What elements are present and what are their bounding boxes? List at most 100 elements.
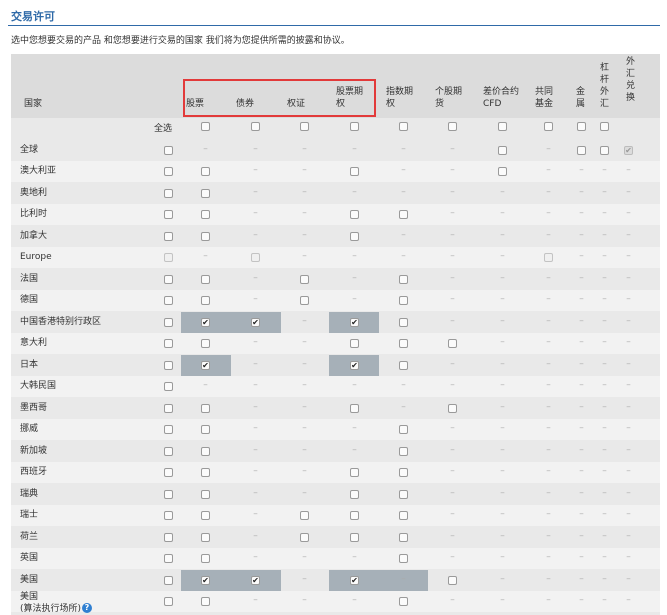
permission-checkbox[interactable] (201, 468, 210, 477)
permission-checkbox[interactable] (164, 145, 173, 155)
select-all-checkbox[interactable] (201, 122, 210, 131)
empty-cell: – (253, 530, 258, 541)
permission-checkbox[interactable] (201, 296, 210, 305)
select-all-checkbox[interactable] (300, 122, 309, 131)
permission-checkbox[interactable] (164, 597, 173, 606)
permission-checkbox[interactable] (350, 339, 359, 348)
permission-checkbox[interactable] (164, 360, 173, 370)
permission-checkbox[interactable] (164, 468, 173, 477)
permission-checkbox[interactable] (164, 167, 173, 176)
permission-checkbox[interactable] (399, 532, 408, 542)
permission-checkbox[interactable] (399, 446, 408, 456)
permission-checkbox[interactable] (164, 425, 173, 434)
permission-checkbox[interactable]: ✔ (350, 317, 359, 327)
permission-checkbox[interactable] (201, 554, 210, 563)
permission-checkbox[interactable] (300, 274, 309, 284)
permission-checkbox[interactable] (164, 210, 173, 219)
permission-checkbox[interactable] (577, 145, 586, 155)
permission-checkbox[interactable] (399, 339, 408, 348)
permission-checkbox[interactable]: ✔ (350, 360, 359, 370)
permission-checkbox[interactable] (201, 339, 210, 348)
permission-checkbox[interactable] (201, 489, 210, 499)
permission-checkbox[interactable] (164, 446, 173, 456)
permission-checkbox[interactable] (399, 296, 408, 305)
permission-checkbox[interactable] (164, 403, 173, 413)
permission-checkbox[interactable] (448, 575, 457, 585)
permission-checkbox[interactable] (201, 231, 210, 241)
select-all-checkbox[interactable] (399, 122, 408, 131)
permission-checkbox[interactable] (201, 403, 210, 413)
permission-checkbox[interactable] (448, 403, 457, 413)
permission-checkbox[interactable] (164, 382, 173, 391)
permission-checkbox[interactable] (498, 145, 507, 155)
permission-checkbox[interactable] (350, 403, 359, 413)
select-all-checkbox[interactable] (600, 122, 609, 131)
permission-checkbox[interactable] (350, 489, 359, 499)
permission-checkbox[interactable] (399, 274, 408, 284)
permission-checkbox[interactable] (399, 425, 408, 434)
permission-checkbox[interactable] (399, 360, 408, 370)
permission-checkbox[interactable] (201, 188, 210, 198)
permission-checkbox[interactable] (399, 210, 408, 219)
permission-checkbox[interactable] (201, 425, 210, 434)
permission-checkbox[interactable] (399, 554, 408, 563)
permission-checkbox[interactable] (201, 274, 210, 284)
empty-cell: – (500, 401, 505, 412)
select-all-checkbox[interactable] (577, 122, 586, 131)
permission-checkbox[interactable] (164, 532, 173, 542)
permission-checkbox[interactable] (350, 468, 359, 477)
permission-checkbox[interactable] (350, 167, 359, 176)
permission-checkbox[interactable] (164, 296, 173, 305)
permission-checkbox[interactable] (201, 511, 210, 520)
empty-cell: – (602, 165, 607, 175)
permission-checkbox[interactable] (201, 167, 210, 176)
permission-checkbox[interactable] (498, 167, 507, 176)
permission-checkbox[interactable] (201, 597, 210, 606)
permission-checkbox[interactable] (201, 532, 210, 542)
select-all-checkbox[interactable] (350, 122, 359, 131)
empty-cell: – (500, 530, 505, 541)
permission-checkbox[interactable] (201, 446, 210, 456)
permission-checkbox[interactable] (399, 489, 408, 499)
permission-checkbox[interactable] (164, 231, 173, 241)
permission-checkbox[interactable] (399, 597, 408, 606)
permission-checkbox[interactable] (164, 339, 173, 348)
permission-checkbox[interactable] (300, 532, 309, 542)
permission-checkbox[interactable] (164, 188, 173, 198)
permission-checkbox[interactable] (164, 317, 173, 327)
permission-checkbox[interactable] (350, 210, 359, 219)
permission-checkbox[interactable] (350, 532, 359, 542)
select-all-checkbox[interactable] (251, 122, 260, 131)
select-all-checkbox[interactable] (544, 122, 553, 131)
permission-checkbox[interactable] (350, 511, 359, 520)
permission-checkbox[interactable] (600, 145, 609, 155)
permission-checkbox[interactable] (164, 575, 173, 585)
permission-checkbox[interactable] (300, 511, 309, 520)
empty-cell: – (602, 423, 607, 433)
permission-checkbox[interactable] (164, 554, 173, 563)
permission-checkbox[interactable]: ✔ (251, 575, 260, 585)
permission-checkbox[interactable] (164, 489, 173, 499)
permission-checkbox[interactable] (399, 511, 408, 520)
permission-checkbox[interactable] (201, 210, 210, 219)
permission-checkbox[interactable]: ✔ (350, 575, 359, 585)
select-all-checkbox[interactable] (498, 122, 507, 131)
permission-checkbox[interactable] (399, 317, 408, 327)
permission-checkbox[interactable]: ✔ (251, 317, 260, 327)
permission-checkbox[interactable] (164, 274, 173, 284)
empty-cell: – (500, 466, 505, 476)
empty-cell: – (500, 272, 505, 283)
permission-checkbox[interactable] (164, 511, 173, 520)
table-row: 西班牙 – – – – – – – – (11, 462, 660, 483)
help-circle-icon[interactable]: ? (82, 603, 92, 613)
permission-checkbox[interactable] (300, 296, 309, 305)
permission-checkbox[interactable]: ✔ (201, 317, 210, 327)
permission-checkbox[interactable]: ✔ (201, 575, 210, 585)
permission-checkbox[interactable]: ✔ (201, 360, 210, 370)
permission-checkbox[interactable] (350, 231, 359, 241)
permission-checkbox[interactable] (399, 468, 408, 477)
permission-checkbox[interactable] (448, 339, 457, 348)
country-label: 澳大利亚 (20, 166, 57, 176)
select-all-checkbox[interactable] (448, 122, 457, 131)
header-index-options: 指数期权 (386, 87, 414, 109)
